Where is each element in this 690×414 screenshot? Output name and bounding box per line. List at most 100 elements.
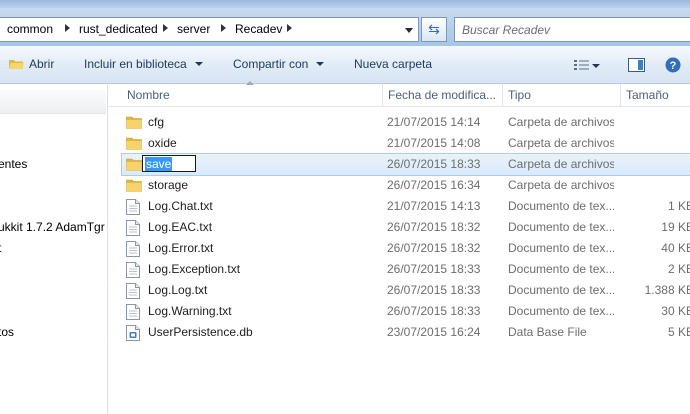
file-date: 26/07/2015 18:33 <box>387 304 481 318</box>
include-in-library-button[interactable]: Incluir en biblioteca <box>84 57 203 71</box>
address-history-dropdown[interactable] <box>400 18 418 41</box>
file-size: 30 KB <box>661 304 690 318</box>
file-name: Log.Log.txt <box>148 283 208 297</box>
text-file-icon <box>126 220 140 239</box>
file-size: 2 KB <box>667 262 690 276</box>
navigation-pane-header <box>0 90 106 114</box>
file-type: Documento de tex... <box>508 283 614 297</box>
file-size: 1 KB <box>667 199 690 213</box>
column-headers: Nombre Fecha de modifica... Tipo Tamaño <box>108 81 690 107</box>
address-bar[interactable]: common rust_dedicated server Recadev <box>0 17 419 42</box>
include-in-library-label: Incluir en biblioteca <box>84 57 187 71</box>
db-file-icon <box>126 325 140 344</box>
nav-item[interactable]: entes <box>0 157 27 171</box>
file-name: Log.Error.txt <box>148 241 214 255</box>
rename-input[interactable]: save <box>142 155 196 172</box>
file-row[interactable]: UserPersistence.db 23/07/2015 16:24 Data B… <box>122 322 690 343</box>
new-folder-button[interactable]: Nueva carpeta <box>354 57 432 71</box>
column-divider[interactable] <box>620 84 621 106</box>
file-type: Carpeta de archivos <box>508 115 614 129</box>
search-placeholder: Buscar Recadev <box>462 23 551 37</box>
text-file-icon <box>126 304 140 323</box>
file-date: 23/07/2015 16:24 <box>387 325 481 339</box>
file-name: oxide <box>148 136 177 150</box>
folder-row[interactable]: oxide 21/07/2015 14:08 Carpeta de archivos <box>122 133 690 154</box>
file-type: Documento de tex... <box>508 304 614 318</box>
file-type: Data Base File <box>508 325 587 339</box>
file-type: Carpeta de archivos <box>508 136 614 150</box>
share-with-label: Compartir con <box>233 57 309 71</box>
column-divider[interactable] <box>502 84 503 106</box>
chevron-down-icon <box>194 62 203 66</box>
share-with-button[interactable]: Compartir con <box>233 57 325 71</box>
folder-row[interactable]: save 26/07/2015 18:33 Carpeta de archivos <box>121 153 690 176</box>
column-header-date[interactable]: Fecha de modifica... <box>388 88 496 102</box>
breadcrumb-server[interactable]: server <box>177 22 210 36</box>
breadcrumb-separator-icon[interactable] <box>65 24 70 32</box>
file-row[interactable]: Log.Error.txt 26/07/2015 18:32 Documento d… <box>122 238 690 259</box>
folder-icon <box>126 136 142 153</box>
file-type: Documento de tex... <box>508 241 614 255</box>
svg-text:?: ? <box>670 60 677 72</box>
file-name: UserPersistence.db <box>148 325 253 339</box>
file-date: 26/07/2015 18:33 <box>387 283 481 297</box>
column-divider[interactable] <box>382 84 383 106</box>
folder-row[interactable]: storage 26/07/2015 16:34 Carpeta de archiv… <box>122 175 690 196</box>
file-type: Documento de tex... <box>508 199 614 213</box>
file-name: cfg <box>148 115 165 129</box>
rename-selected-text: save <box>145 157 173 171</box>
file-date: 26/07/2015 18:33 <box>387 157 481 171</box>
address-bar-region: common rust_dedicated server Recadev ⇆ B… <box>0 0 690 46</box>
file-row[interactable]: Log.Warning.txt 26/07/2015 18:33 Documento… <box>122 301 690 322</box>
file-name: Log.Warning.txt <box>148 304 232 318</box>
folder-icon <box>126 157 142 174</box>
breadcrumb-recadev[interactable]: Recadev <box>235 22 282 36</box>
view-options-dropdown-icon[interactable] <box>592 64 600 68</box>
file-name: Log.EAC.txt <box>148 220 213 234</box>
sort-ascending-icon <box>246 81 254 85</box>
file-date: 21/07/2015 14:14 <box>387 115 481 129</box>
column-header-size[interactable]: Tamaño <box>626 88 669 102</box>
breadcrumb-separator-icon[interactable] <box>221 24 226 32</box>
file-type: Carpeta de archivos <box>508 178 614 192</box>
file-name: Log.Chat.txt <box>148 199 213 213</box>
file-date: 26/07/2015 16:34 <box>387 178 481 192</box>
nav-item[interactable]: tos <box>0 325 14 339</box>
file-date: 21/07/2015 14:08 <box>387 136 481 150</box>
help-icon[interactable]: ? <box>665 57 681 73</box>
column-header-name[interactable]: Nombre <box>127 88 170 102</box>
column-header-type[interactable]: Tipo <box>508 88 531 102</box>
file-row[interactable]: Log.Log.txt 26/07/2015 18:33 Documento de … <box>122 280 690 301</box>
folder-icon <box>126 115 142 132</box>
nav-item[interactable]: t <box>0 241 1 255</box>
refresh-button[interactable]: ⇆ <box>421 17 447 42</box>
file-type: Documento de tex... <box>508 262 614 276</box>
file-row[interactable]: Log.EAC.txt 26/07/2015 18:32 Documento de … <box>122 217 690 238</box>
file-date: 26/07/2015 18:32 <box>387 241 481 255</box>
chevron-down-icon <box>316 62 325 66</box>
folder-open-icon <box>9 60 24 69</box>
open-button[interactable]: Abrir <box>29 57 54 71</box>
folder-icon <box>126 178 142 195</box>
file-name: Log.Exception.txt <box>148 262 241 276</box>
text-file-icon <box>126 199 140 218</box>
view-options-icon[interactable] <box>574 59 590 71</box>
file-row[interactable]: Log.Exception.txt 26/07/2015 18:33 Documen… <box>122 259 690 280</box>
breadcrumb-rust-dedicated[interactable]: rust_dedicated <box>79 22 158 36</box>
file-size: 5 KB <box>667 325 690 339</box>
file-size: 1.388 KB <box>644 283 690 297</box>
file-row[interactable]: Log.Chat.txt 21/07/2015 14:13 Documento de… <box>122 196 690 217</box>
search-input[interactable]: Buscar Recadev <box>454 17 690 42</box>
breadcrumb-separator-icon[interactable] <box>287 24 292 32</box>
nav-item[interactable]: ukkit 1.7.2 AdamTgr <box>0 220 105 234</box>
navigation-pane: entes ukkit 1.7.2 AdamTgr t tos <box>0 84 108 414</box>
file-list: Nombre Fecha de modifica... Tipo Tamaño … <box>108 81 690 414</box>
breadcrumb-separator-icon[interactable] <box>163 24 168 32</box>
command-toolbar: Abrir Incluir en biblioteca Compartir co… <box>0 46 690 84</box>
file-size: 19 KB <box>661 220 690 234</box>
file-name: storage <box>148 178 189 192</box>
breadcrumb-common[interactable]: common <box>7 22 53 36</box>
preview-pane-icon[interactable] <box>628 58 645 72</box>
file-size: 40 KB <box>661 241 690 255</box>
folder-row[interactable]: cfg 21/07/2015 14:14 Carpeta de archivos <box>122 112 690 133</box>
